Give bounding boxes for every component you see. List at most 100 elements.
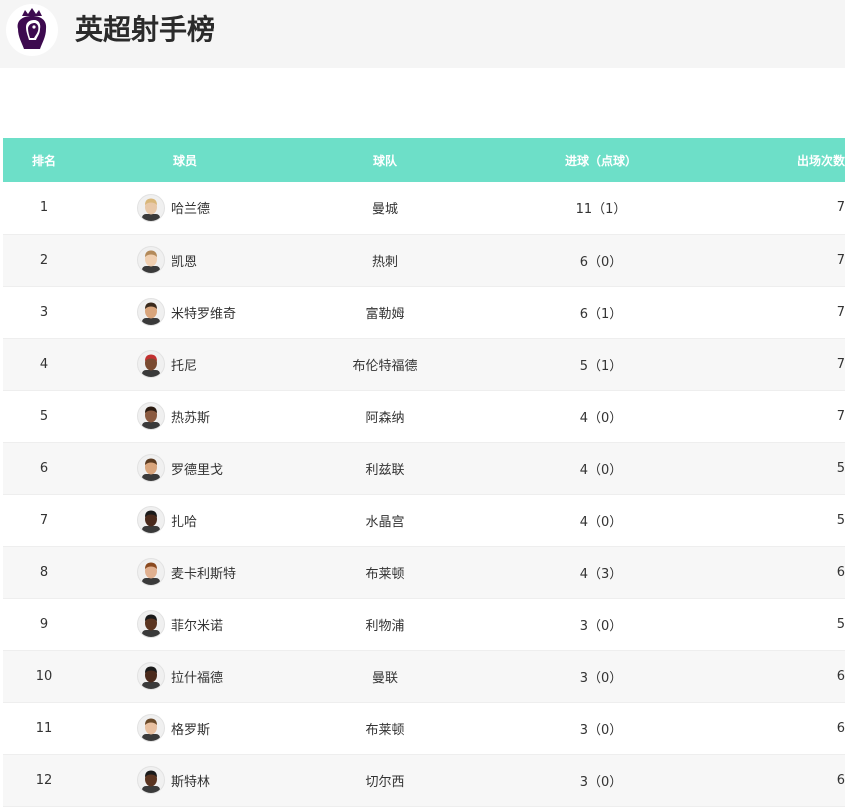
team-cell[interactable]: 利兹联 bbox=[285, 442, 485, 494]
appearances-cell: 7 bbox=[836, 200, 845, 216]
player-cell: 斯特林 bbox=[85, 754, 285, 806]
table-row[interactable]: 6 罗德里戈 利兹联 4（0） 5 bbox=[3, 442, 845, 494]
player-name[interactable]: 拉什福德 bbox=[171, 667, 223, 686]
table-body: 1 哈兰德 曼城 11（1） 7 2 凯恩 热刺 6（0） 7 3 米特罗维奇 富勒姆 6（1） 7 4 托尼布… bbox=[3, 182, 845, 806]
appearances-cell: 5 bbox=[836, 616, 845, 632]
rank-cell: 10 bbox=[35, 668, 53, 684]
player-name[interactable]: 米特罗维奇 bbox=[171, 303, 236, 322]
appearances-cell: 7 bbox=[836, 356, 845, 372]
team-cell[interactable]: 曼联 bbox=[285, 650, 485, 702]
player-name[interactable]: 哈兰德 bbox=[171, 198, 210, 217]
player-cell: 拉什福德 bbox=[85, 650, 285, 702]
player-avatar-icon[interactable] bbox=[137, 402, 165, 430]
table-row[interactable]: 4 托尼 布伦特福德 5（1） 7 bbox=[3, 338, 845, 390]
page-title: 英超射手榜 bbox=[75, 13, 216, 46]
rank-cell: 2 bbox=[39, 252, 49, 268]
player-avatar-icon[interactable] bbox=[137, 298, 165, 326]
table-row[interactable]: 1 哈兰德 曼城 11（1） 7 bbox=[3, 182, 845, 234]
player-cell: 格罗斯 bbox=[85, 702, 285, 754]
player-cell: 托尼 bbox=[85, 338, 285, 390]
player-name[interactable]: 扎哈 bbox=[171, 511, 197, 530]
scorers-table: 排名 球员 球队 进球（点球） 出场次数 1 哈兰德 曼城 11（1） 7 2 凯恩 热刺 6（… bbox=[3, 138, 845, 807]
page-header: 英超射手榜 bbox=[0, 0, 845, 68]
table-row[interactable]: 3 米特罗维奇 富勒姆 6（1） 7 bbox=[3, 286, 845, 338]
player-name[interactable]: 托尼 bbox=[171, 355, 197, 374]
premier-league-lion-icon[interactable] bbox=[6, 4, 58, 56]
appearances-cell: 7 bbox=[836, 408, 845, 424]
player-name[interactable]: 菲尔米诺 bbox=[171, 615, 223, 634]
team-cell[interactable]: 切尔西 bbox=[285, 754, 485, 806]
player-name[interactable]: 凯恩 bbox=[171, 251, 197, 270]
rank-cell: 8 bbox=[39, 564, 49, 580]
table-row[interactable]: 7 扎哈 水晶宫 4（0） 5 bbox=[3, 494, 845, 546]
rank-cell: 6 bbox=[39, 460, 49, 476]
player-avatar-icon[interactable] bbox=[137, 766, 165, 794]
appearances-cell: 5 bbox=[836, 512, 845, 528]
team-cell[interactable]: 布伦特福德 bbox=[285, 338, 485, 390]
rank-cell: 3 bbox=[39, 304, 49, 320]
player-avatar-icon[interactable] bbox=[137, 662, 165, 690]
team-cell[interactable]: 富勒姆 bbox=[285, 286, 485, 338]
table-row[interactable]: 10 拉什福德 曼联 3（0） 6 bbox=[3, 650, 845, 702]
player-avatar-icon[interactable] bbox=[137, 558, 165, 586]
appearances-cell: 7 bbox=[836, 252, 845, 268]
player-avatar-icon[interactable] bbox=[137, 506, 165, 534]
player-name[interactable]: 热苏斯 bbox=[171, 407, 210, 426]
goals-cell: 3（0） bbox=[579, 618, 623, 634]
appearances-cell: 7 bbox=[836, 304, 845, 320]
table-row[interactable]: 9 菲尔米诺 利物浦 3（0） 5 bbox=[3, 598, 845, 650]
table-header-row: 排名 球员 球队 进球（点球） 出场次数 bbox=[3, 138, 845, 182]
appearances-cell: 6 bbox=[836, 772, 845, 788]
player-cell: 罗德里戈 bbox=[85, 442, 285, 494]
player-cell: 扎哈 bbox=[85, 494, 285, 546]
table-row[interactable]: 12 斯特林 切尔西 3（0） 6 bbox=[3, 754, 845, 806]
player-cell: 凯恩 bbox=[85, 234, 285, 286]
player-avatar-icon[interactable] bbox=[137, 454, 165, 482]
table-row[interactable]: 5 热苏斯 阿森纳 4（0） 7 bbox=[3, 390, 845, 442]
rank-cell: 7 bbox=[39, 512, 49, 528]
rank-cell: 4 bbox=[39, 356, 49, 372]
goals-cell: 5（1） bbox=[579, 358, 623, 374]
column-header-player[interactable]: 球员 bbox=[85, 138, 285, 182]
team-cell[interactable]: 阿森纳 bbox=[285, 390, 485, 442]
player-avatar-icon[interactable] bbox=[137, 350, 165, 378]
goals-cell: 3（0） bbox=[579, 774, 623, 790]
column-header-goals[interactable]: 进球（点球） bbox=[485, 138, 717, 182]
player-cell: 哈兰德 bbox=[85, 182, 285, 234]
player-cell: 热苏斯 bbox=[85, 390, 285, 442]
goals-cell: 4（0） bbox=[579, 410, 623, 426]
appearances-cell: 6 bbox=[836, 668, 845, 684]
appearances-cell: 6 bbox=[836, 720, 845, 736]
rank-cell: 9 bbox=[39, 616, 49, 632]
column-header-appearances[interactable]: 出场次数 bbox=[717, 138, 845, 182]
player-avatar-icon[interactable] bbox=[137, 610, 165, 638]
table-row[interactable]: 2 凯恩 热刺 6（0） 7 bbox=[3, 234, 845, 286]
player-name[interactable]: 格罗斯 bbox=[171, 719, 210, 738]
column-header-rank[interactable]: 排名 bbox=[3, 138, 85, 182]
player-name[interactable]: 罗德里戈 bbox=[171, 459, 223, 478]
goals-cell: 4（0） bbox=[579, 514, 623, 530]
rank-cell: 11 bbox=[35, 720, 53, 736]
player-avatar-icon[interactable] bbox=[137, 193, 165, 222]
team-cell[interactable]: 热刺 bbox=[285, 234, 485, 286]
team-cell[interactable]: 利物浦 bbox=[285, 598, 485, 650]
goals-cell: 4（0） bbox=[579, 462, 623, 478]
team-cell[interactable]: 布莱顿 bbox=[285, 702, 485, 754]
table-row[interactable]: 8 麦卡利斯特 布莱顿 4（3） 6 bbox=[3, 546, 845, 598]
rank-cell: 1 bbox=[39, 200, 49, 216]
team-cell[interactable]: 布莱顿 bbox=[285, 546, 485, 598]
rank-cell: 5 bbox=[39, 408, 49, 424]
goals-cell: 4（3） bbox=[579, 566, 623, 582]
player-name[interactable]: 斯特林 bbox=[171, 771, 210, 790]
player-cell: 米特罗维奇 bbox=[85, 286, 285, 338]
player-name[interactable]: 麦卡利斯特 bbox=[171, 563, 236, 582]
team-cell[interactable]: 水晶宫 bbox=[285, 494, 485, 546]
goals-cell: 11（1） bbox=[575, 202, 627, 218]
team-cell[interactable]: 曼城 bbox=[285, 182, 485, 234]
column-header-team[interactable]: 球队 bbox=[285, 138, 485, 182]
player-avatar-icon[interactable] bbox=[137, 246, 165, 274]
player-cell: 麦卡利斯特 bbox=[85, 546, 285, 598]
table-row[interactable]: 11 格罗斯 布莱顿 3（0） 6 bbox=[3, 702, 845, 754]
goals-cell: 3（0） bbox=[579, 670, 623, 686]
player-avatar-icon[interactable] bbox=[137, 714, 165, 742]
